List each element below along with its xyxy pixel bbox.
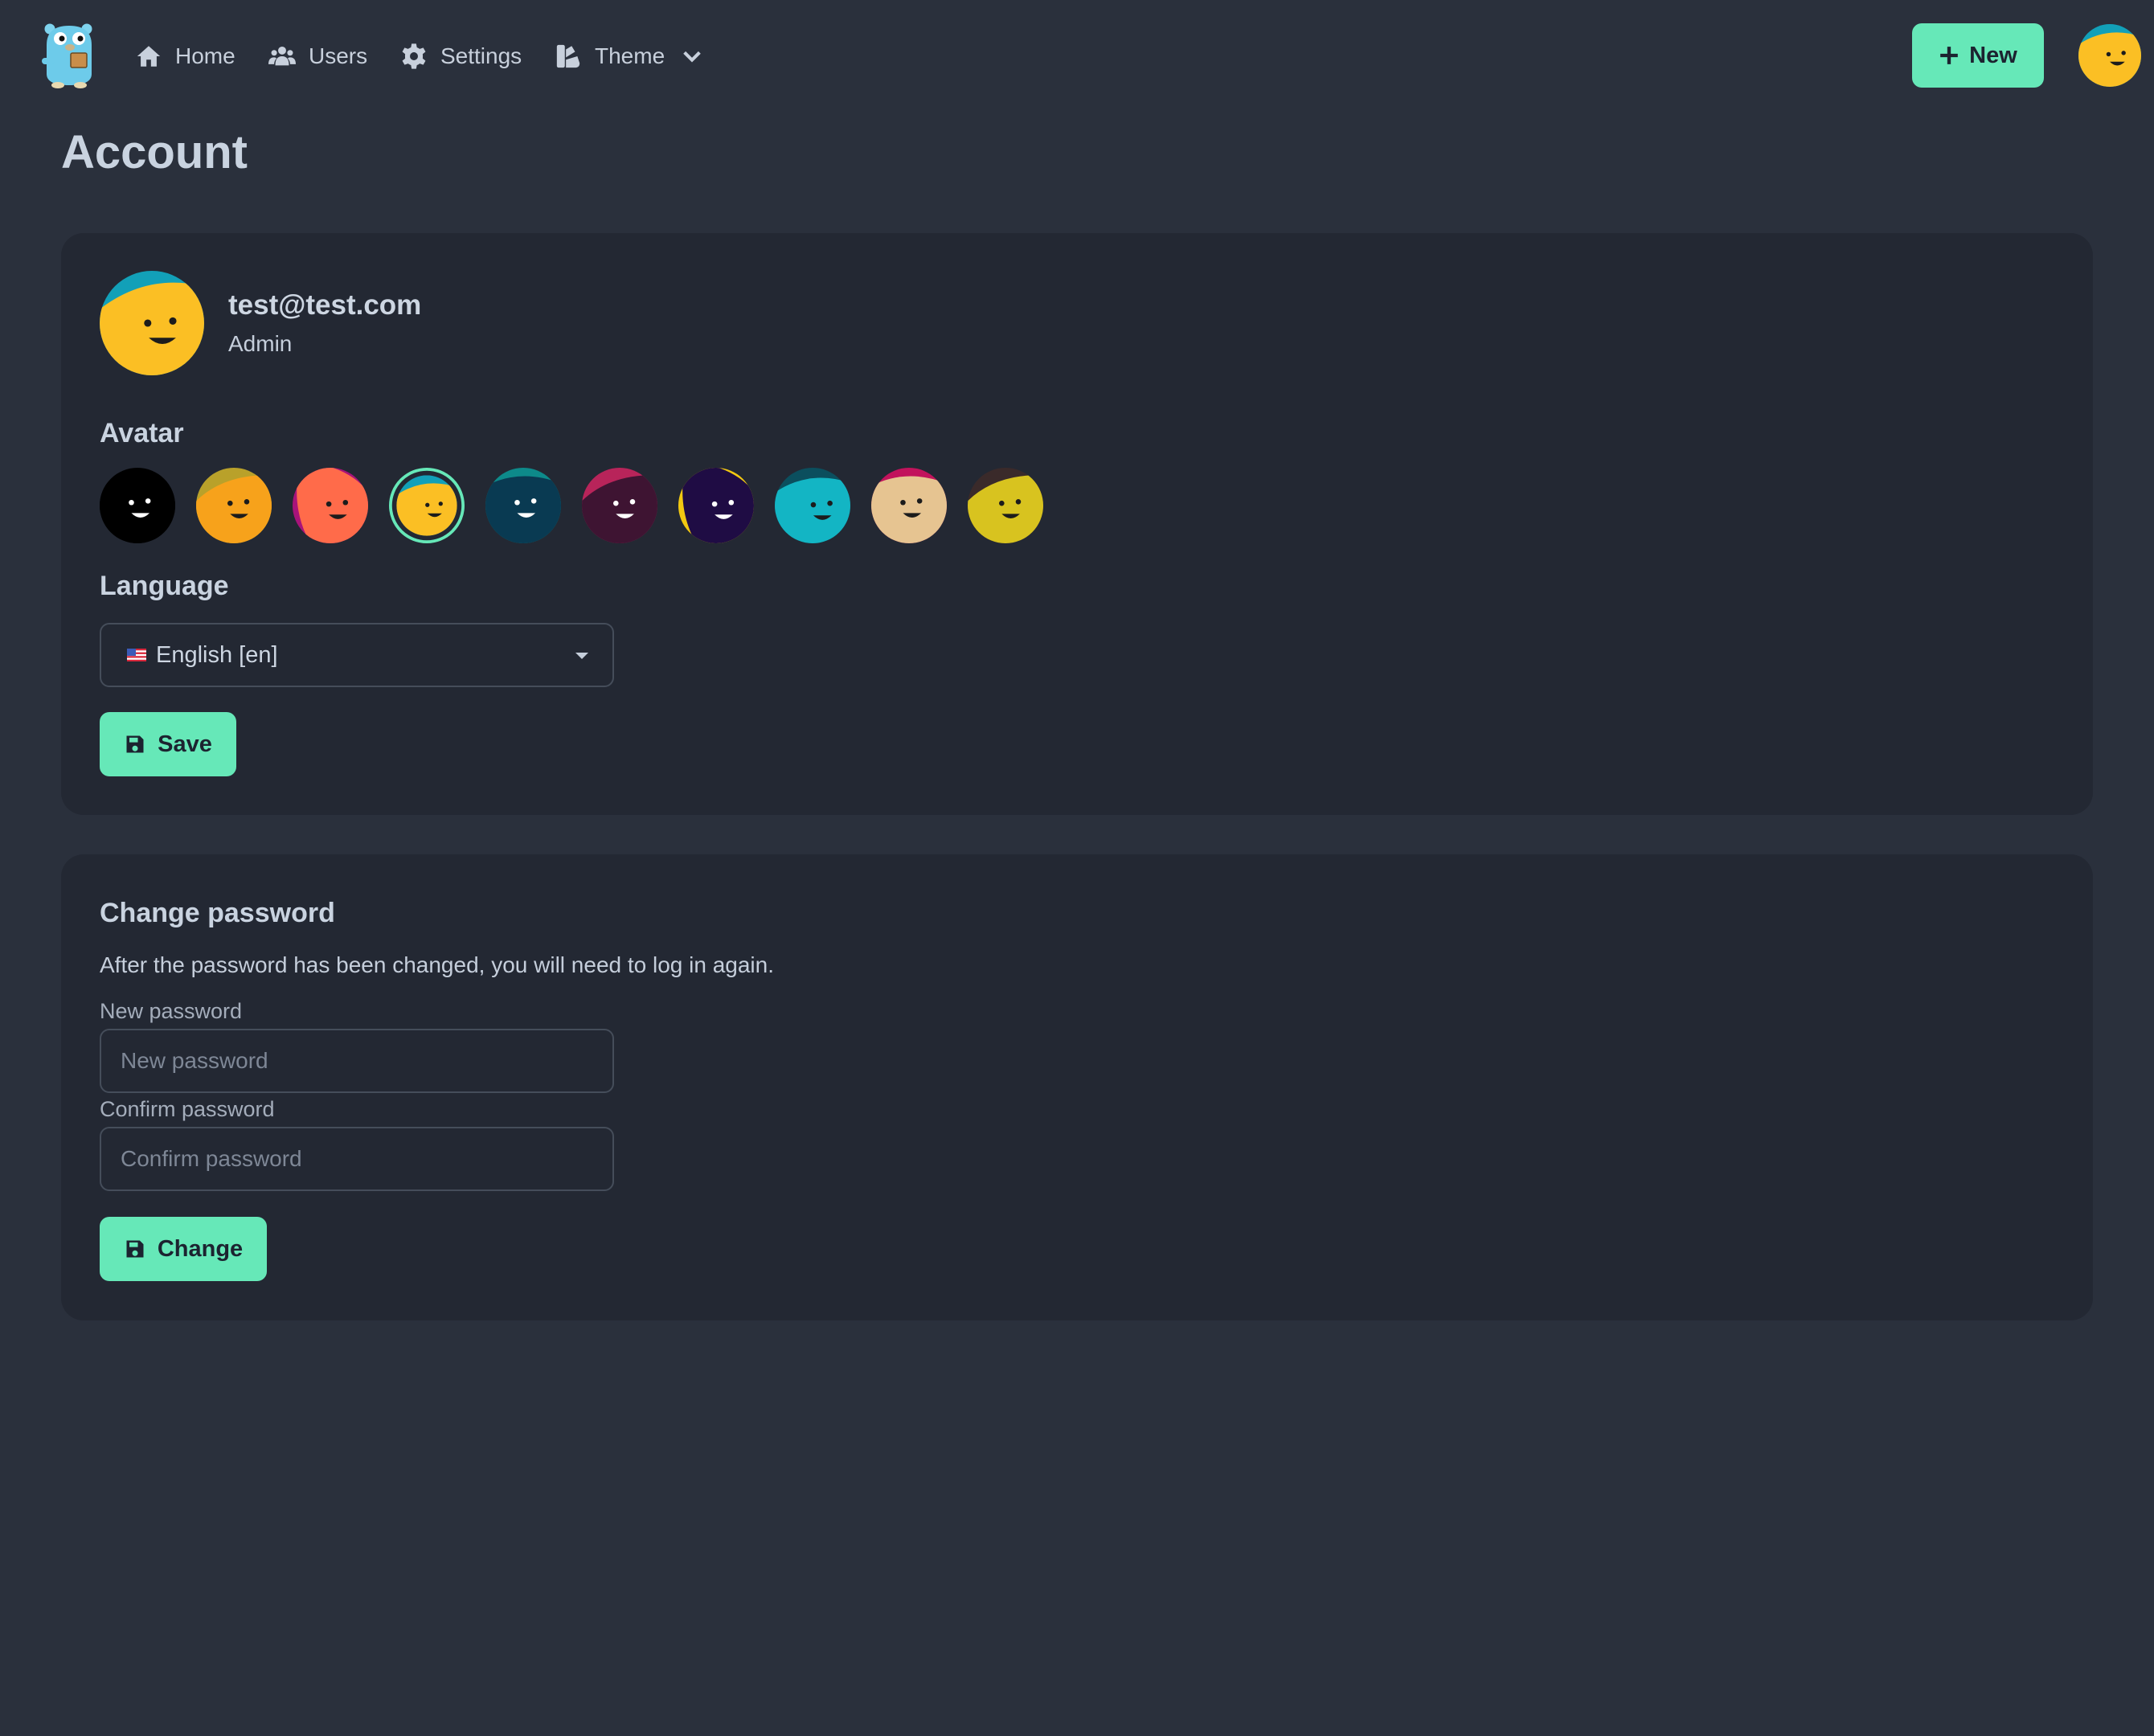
change-password-button[interactable]: Change	[100, 1217, 267, 1281]
profile-role: Admin	[228, 331, 293, 356]
caret-down-icon	[575, 653, 588, 659]
avatar-option-cyan[interactable]	[775, 468, 850, 543]
avatar-option-olive[interactable]	[968, 468, 1043, 543]
nav-users-label: Users	[309, 43, 368, 68]
avatar-face-icon	[100, 468, 175, 543]
nav-theme-dropdown[interactable]: Theme	[555, 35, 703, 77]
nav-home[interactable]: Home	[135, 35, 235, 77]
avatar-option-beige[interactable]	[871, 468, 947, 543]
user-avatar[interactable]	[2078, 24, 2141, 87]
profile-avatar	[100, 271, 204, 375]
new-button[interactable]: New	[1912, 23, 2044, 88]
avatar-option-orange[interactable]	[196, 468, 272, 543]
navbar: Home Users Settings Theme New	[0, 0, 2154, 113]
save-button-label: Save	[158, 731, 212, 757]
avatar-face-icon	[582, 468, 657, 543]
save-button[interactable]: Save	[100, 712, 236, 776]
users-icon	[268, 46, 296, 66]
avatar-face-icon	[968, 468, 1043, 543]
confirm-password-label: Confirm password	[100, 1097, 275, 1121]
avatar-face-icon	[389, 468, 465, 543]
confirm-password-input[interactable]	[100, 1127, 614, 1191]
language-section-label: Language	[100, 571, 229, 601]
nav-settings[interactable]: Settings	[400, 35, 522, 77]
avatar-face-icon	[871, 468, 947, 543]
avatar-option-teal[interactable]	[485, 468, 561, 543]
nav-theme-label: Theme	[595, 43, 665, 68]
language-selected-value: English [en]	[156, 641, 278, 668]
gear-icon	[402, 43, 426, 69]
avatar-face-icon	[678, 468, 754, 543]
account-card: test@test.com Admin Avatar Language Engl…	[61, 233, 2093, 815]
avatar-section-label: Avatar	[100, 418, 184, 448]
language-select[interactable]: English [en]	[100, 623, 614, 687]
nav-home-label: Home	[175, 43, 235, 68]
avatar-face-icon	[196, 468, 272, 543]
new-password-input[interactable]	[100, 1029, 614, 1093]
avatar-option-indigo[interactable]	[678, 468, 754, 543]
avatar-picker	[100, 468, 1096, 543]
new-password-label: New password	[100, 999, 243, 1023]
change-password-button-label: Change	[157, 1235, 244, 1262]
profile-email: test@test.com	[228, 289, 422, 321]
chevron-down-icon	[683, 51, 701, 63]
gopher-logo-icon[interactable]	[40, 21, 98, 88]
avatar-option-black[interactable]	[100, 468, 175, 543]
new-button-label: New	[1969, 42, 2017, 68]
avatar-face-icon	[485, 468, 561, 543]
nav-settings-label: Settings	[440, 43, 522, 68]
change-password-title: Change password	[100, 898, 335, 928]
page-title: Account	[61, 126, 248, 178]
home-icon	[137, 46, 161, 67]
plus-icon	[1940, 47, 1959, 64]
floppy-disk-icon	[126, 1240, 144, 1258]
floppy-disk-icon	[126, 735, 144, 753]
nav-users[interactable]: Users	[268, 35, 367, 77]
avatar-option-coral[interactable]	[293, 468, 368, 543]
change-password-card: Change password After the password has b…	[61, 854, 2093, 1320]
palette-icon	[556, 44, 580, 68]
us-flag-icon	[127, 649, 146, 661]
avatar-option-yellow[interactable]	[389, 468, 465, 543]
avatar-face-icon	[293, 468, 368, 543]
avatar-face-icon	[775, 468, 850, 543]
change-password-description: After the password has been changed, you…	[100, 952, 775, 977]
avatar-option-plum[interactable]	[582, 468, 657, 543]
